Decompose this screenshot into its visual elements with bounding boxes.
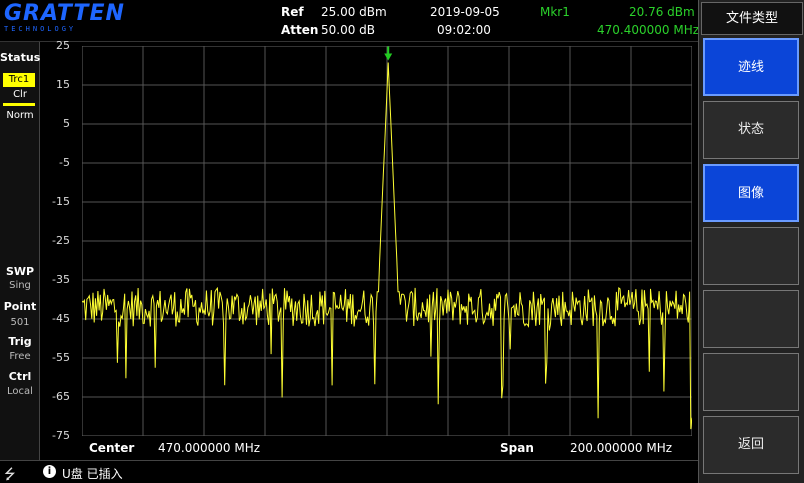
menu-title: 文件类型: [701, 2, 803, 35]
logo-sub-text: TECHNOLOGY: [4, 25, 77, 33]
status-message: U盘 已插入: [62, 467, 123, 481]
date-display: 2019-09-05: [430, 5, 500, 19]
spectrum-plot: 25 15 5 -5 -15 -25 -35 -45 -55 -65 -75: [40, 39, 698, 442]
usb-icon: ⭍: [4, 467, 16, 483]
point-label: Point: [3, 300, 37, 313]
spectrum-trace-canvas: [82, 46, 692, 436]
trig-value: Free: [9, 351, 31, 362]
y-tick-label: -35: [52, 273, 70, 286]
atten-value: 50.00 dB: [321, 23, 376, 37]
info-icon: i: [43, 465, 56, 478]
status-title: Status: [0, 51, 41, 64]
y-tick-label: -15: [52, 195, 70, 208]
y-tick-label: -5: [59, 156, 70, 169]
y-tick-label: -65: [52, 390, 70, 403]
softkey-trace[interactable]: 迹线: [703, 38, 799, 96]
status-panel: Status Trc1 Clr Norm SWP Sing Point 501 …: [0, 42, 40, 460]
trig-label: Trig: [8, 335, 32, 348]
swp-value: Sing: [9, 280, 31, 291]
softkey-return[interactable]: 返回: [703, 416, 799, 474]
center-label: Center: [89, 441, 135, 455]
trace-badge[interactable]: Trc1: [3, 73, 35, 87]
ctrl-value: Local: [7, 386, 33, 397]
marker-amplitude: 20.76 dBm: [629, 5, 695, 19]
brand-logo: GRATTEN TECHNOLOGY: [4, 1, 125, 37]
span-value: 200.000000 MHz: [570, 441, 673, 455]
softkey-menu: 文件类型 迹线 状态 图像 返回: [698, 0, 804, 483]
marker-frequency: 470.400000 MHz: [597, 23, 700, 37]
atten-label: Atten: [281, 23, 319, 37]
softkey-empty-5[interactable]: [703, 290, 799, 348]
ref-label: Ref: [281, 5, 304, 19]
logo-main-text: GRATTEN: [4, 1, 125, 26]
point-value: 501: [10, 317, 30, 328]
detector-mode: Norm: [6, 110, 34, 121]
trace-mode: Clr: [13, 89, 27, 100]
softkey-status[interactable]: 状态: [703, 101, 799, 159]
trace-color-line: [3, 103, 35, 106]
softkey-image[interactable]: 图像: [703, 164, 799, 222]
y-tick-label: 15: [56, 78, 70, 91]
frequency-info: Center 470.000000 MHz Span 200.000000 MH…: [40, 440, 698, 460]
y-tick-label: -45: [52, 312, 70, 325]
ref-value: 25.00 dBm: [321, 5, 387, 19]
span-label: Span: [500, 441, 534, 455]
center-value: 470.000000 MHz: [158, 441, 261, 455]
y-tick-label: -55: [52, 351, 70, 364]
softkey-empty-4[interactable]: [703, 227, 799, 285]
time-display: 09:02:00: [437, 23, 491, 37]
y-tick-label: 5: [63, 117, 70, 130]
softkey-empty-6[interactable]: [703, 353, 799, 411]
ctrl-label: Ctrl: [8, 370, 32, 383]
marker-label: Mkr1: [540, 5, 570, 19]
bottom-status-bar: ⭍ i U盘 已插入: [0, 460, 698, 483]
y-tick-label: 25: [56, 39, 70, 52]
top-header: GRATTEN TECHNOLOGY Ref 25.00 dBm Atten 5…: [0, 0, 700, 42]
y-tick-label: -25: [52, 234, 70, 247]
swp-label: SWP: [5, 265, 35, 278]
